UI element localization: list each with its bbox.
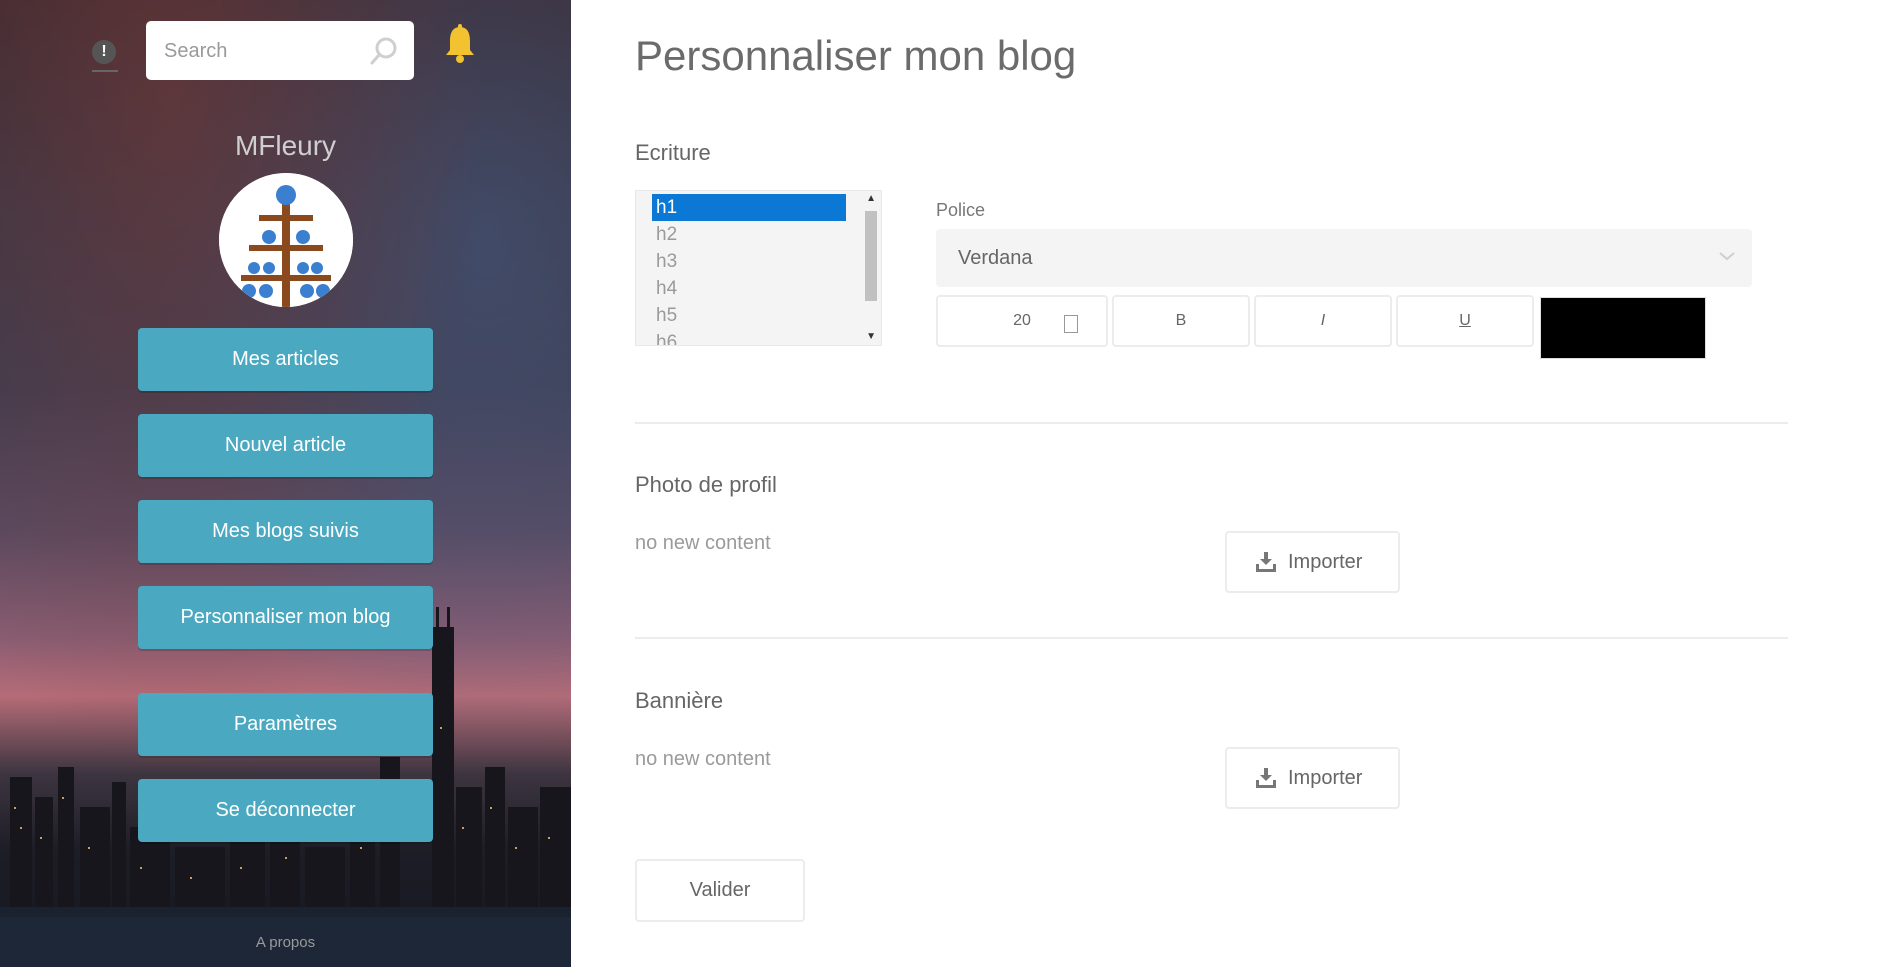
- banner-status-text: no new content: [635, 748, 771, 770]
- nav-mes-articles-button[interactable]: Mes articles: [138, 328, 433, 391]
- list-option-h5[interactable]: h5: [652, 302, 846, 329]
- text-color-picker[interactable]: [1540, 297, 1706, 359]
- font-select-value: Verdana: [958, 247, 1033, 269]
- element-listbox[interactable]: h1 h2 h3 h4 h5 h6 ▲ ▼: [635, 190, 882, 346]
- underline-button[interactable]: U: [1396, 295, 1534, 347]
- import-banner-button[interactable]: Importer: [1225, 747, 1400, 809]
- download-icon: [1256, 552, 1276, 572]
- avatar-image: [219, 173, 353, 307]
- list-option-h4[interactable]: h4: [652, 275, 846, 302]
- search-input[interactable]: [162, 21, 366, 82]
- italic-button[interactable]: I: [1254, 295, 1392, 347]
- import-banner-label: Importer: [1288, 767, 1363, 789]
- bell-icon[interactable]: [443, 24, 477, 64]
- photo-status-text: no new content: [635, 532, 771, 554]
- nav-nouvel-article-button[interactable]: Nouvel article: [138, 414, 433, 477]
- font-label: Police: [936, 200, 986, 220]
- import-photo-label: Importer: [1288, 551, 1363, 573]
- list-option-h3[interactable]: h3: [652, 248, 846, 275]
- scroll-up-icon[interactable]: ▲: [866, 193, 876, 204]
- font-select[interactable]: Verdana: [936, 229, 1752, 287]
- list-option-h6[interactable]: h6: [652, 329, 846, 345]
- nav-deconnecter-button[interactable]: Se déconnecter: [138, 779, 433, 842]
- about-link[interactable]: A propos: [0, 934, 571, 951]
- list-option-h1[interactable]: h1: [652, 194, 846, 221]
- divider: [635, 422, 1788, 424]
- section-title-banner: Bannière: [635, 688, 724, 713]
- nav-parametres-button[interactable]: Paramètres: [138, 693, 433, 756]
- download-icon: [1256, 768, 1276, 788]
- font-size-value: 20: [1013, 312, 1031, 329]
- search-box: [146, 21, 414, 82]
- validate-button[interactable]: Valider: [635, 859, 805, 922]
- list-option-h2[interactable]: h2: [652, 221, 846, 248]
- username: MFleury: [234, 130, 337, 161]
- section-title-ecriture: Ecriture: [635, 140, 711, 165]
- listbox-scroll-thumb[interactable]: [865, 211, 877, 301]
- nav-personnaliser-button[interactable]: Personnaliser mon blog: [138, 586, 433, 649]
- page-title: Personnaliser mon blog: [635, 32, 1077, 79]
- bold-button[interactable]: B: [1112, 295, 1250, 347]
- search-icon[interactable]: [368, 35, 400, 67]
- avatar[interactable]: [219, 173, 353, 307]
- sidebar: ! MFleury Mes articles Nouvel: [0, 0, 571, 967]
- alert-underline: [92, 70, 118, 72]
- stepper-arrows-icon[interactable]: [1064, 315, 1078, 333]
- nav-mes-blogs-suivis-button[interactable]: Mes blogs suivis: [138, 500, 433, 563]
- section-title-photo: Photo de profil: [635, 472, 777, 497]
- font-size-stepper[interactable]: 20: [936, 295, 1108, 347]
- main-content: Personnaliser mon blog Ecriture h1 h2 h3…: [571, 0, 1902, 967]
- divider: [635, 637, 1788, 639]
- import-photo-button[interactable]: Importer: [1225, 531, 1400, 593]
- alert-icon[interactable]: !: [92, 40, 116, 64]
- chevron-down-icon: [1719, 252, 1735, 261]
- scroll-down-icon[interactable]: ▼: [866, 331, 876, 342]
